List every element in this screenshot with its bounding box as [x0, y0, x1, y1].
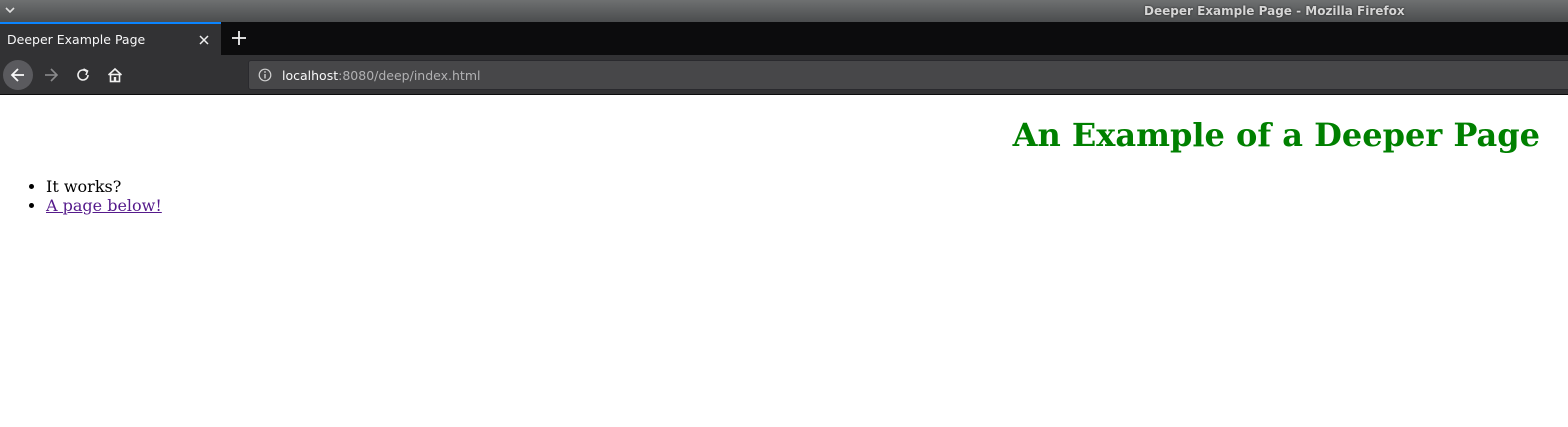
home-button[interactable] [100, 60, 130, 90]
forward-button[interactable] [36, 60, 66, 90]
list-item-text: It works? [46, 177, 122, 196]
page-heading: An Example of a Deeper Page [1012, 116, 1540, 154]
home-icon [107, 67, 123, 83]
arrow-left-icon [10, 68, 24, 82]
tab-deeper-example-page[interactable]: Deeper Example Page [0, 22, 221, 55]
url-bar[interactable]: localhost:8080/deep/index.html [248, 60, 1568, 90]
page-content: An Example of a Deeper Page It works? A … [0, 96, 1568, 427]
url-path: :8080/deep/index.html [338, 68, 481, 83]
back-button[interactable] [3, 60, 33, 90]
window-title: Deeper Example Page - Mozilla Firefox [1144, 4, 1405, 18]
list-item: A page below! [46, 196, 162, 215]
url-text[interactable]: localhost:8080/deep/index.html [282, 68, 480, 83]
url-host: localhost [282, 68, 339, 83]
tab-strip: Deeper Example Page [0, 22, 1568, 55]
plus-icon[interactable] [228, 27, 250, 49]
tab-label: Deeper Example Page [7, 32, 146, 47]
close-icon[interactable] [197, 33, 211, 47]
page-list: It works? A page below! [6, 177, 162, 215]
window-titlebar: Deeper Example Page - Mozilla Firefox [0, 0, 1568, 22]
reload-button[interactable] [68, 60, 98, 90]
arrow-right-icon [45, 68, 59, 82]
navigation-toolbar: localhost:8080/deep/index.html [0, 55, 1568, 95]
reload-icon [77, 68, 89, 81]
info-icon[interactable] [258, 68, 272, 82]
chevron-down-icon[interactable] [4, 3, 16, 17]
list-item: It works? [46, 177, 162, 196]
page-below-link[interactable]: A page below! [46, 196, 162, 215]
